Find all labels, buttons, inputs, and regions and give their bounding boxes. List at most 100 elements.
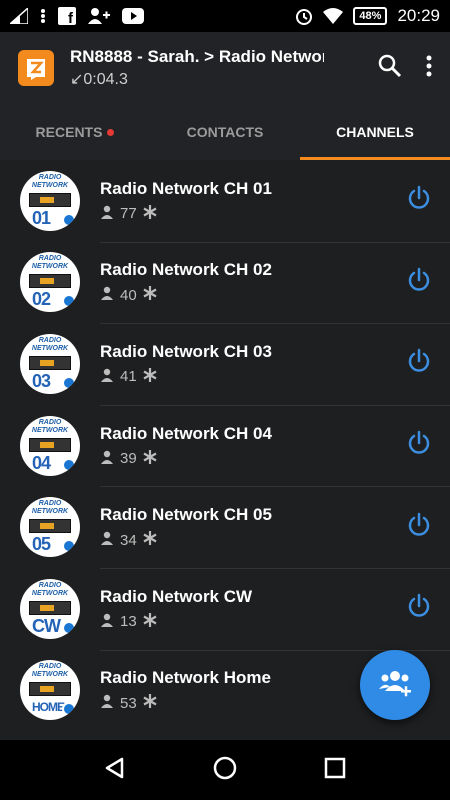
title-area[interactable]: RN8888 - Sarah. > Radio Network ↙0:04.3	[70, 47, 324, 89]
radio-badge-icon	[62, 702, 76, 717]
avatar-label: 01	[32, 207, 51, 228]
user-count: 34	[120, 531, 137, 549]
channel-name: Radio Network CW	[100, 586, 253, 606]
search-icon[interactable]	[378, 54, 402, 83]
channel-name: Radio Network CH 01	[100, 178, 272, 198]
person-icon	[100, 694, 114, 712]
radio-badge-icon	[62, 457, 76, 472]
user-count: 53	[120, 694, 137, 712]
asterisk-icon	[143, 204, 157, 223]
radio-icon	[29, 682, 71, 697]
page-title: RN8888 - Sarah. > Radio Network	[70, 47, 324, 66]
person-icon	[100, 613, 114, 631]
channel-row[interactable]: RADIO NETWORK 02 Radio Network CH 02 40	[0, 241, 450, 324]
tab-recents[interactable]: RECENTS	[0, 104, 150, 160]
radio-icon	[29, 600, 71, 615]
signal-icon	[10, 8, 28, 24]
person-icon	[100, 205, 114, 223]
asterisk-icon	[143, 612, 157, 631]
avatar-label: 03	[32, 370, 51, 391]
person-icon	[100, 286, 114, 304]
person-icon	[100, 450, 114, 468]
avatar-logo-text: RADIO NETWORK	[31, 173, 69, 189]
more-vert-icon	[40, 8, 46, 24]
add-group-button[interactable]	[360, 650, 430, 720]
asterisk-icon	[143, 694, 157, 712]
channel-row[interactable]: RADIO NETWORK 03 Radio Network CH 03 41	[0, 323, 450, 405]
radio-icon	[29, 519, 71, 534]
recents-icon[interactable]	[324, 757, 346, 784]
avatar-logo-text: RADIO NETWORK	[31, 500, 69, 516]
status-bar: f 48% 20:29	[0, 0, 450, 32]
user-count: 40	[120, 286, 137, 304]
power-icon[interactable]	[406, 430, 432, 461]
avatar-logo-text: RADIO NETWORK	[31, 255, 69, 271]
avatar-label: 04	[32, 452, 51, 473]
radio-badge-icon	[62, 294, 76, 309]
channel-avatar: RADIO NETWORK 03	[20, 333, 80, 394]
channel-name: Radio Network CH 04	[100, 423, 272, 443]
power-icon[interactable]	[406, 512, 432, 543]
avatar-label: HOME	[32, 700, 65, 715]
clock: 20:29	[397, 6, 440, 25]
user-count: 13	[120, 613, 137, 631]
add-group-icon	[379, 669, 411, 702]
tab-label: RECENTS	[35, 124, 103, 140]
radio-icon	[29, 274, 71, 289]
channel-name: Radio Network CH 02	[100, 260, 272, 280]
battery-indicator: 48%	[353, 7, 388, 25]
channel-avatar: RADIO NETWORK 01	[20, 170, 80, 231]
avatar-logo-text: RADIO NETWORK	[31, 581, 69, 597]
avatar-label: CW	[32, 615, 61, 636]
channel-row[interactable]: RADIO NETWORK 05 Radio Network CH 05 34	[0, 486, 450, 568]
asterisk-icon	[143, 531, 157, 549]
tab-contacts[interactable]: CONTACTS	[150, 104, 300, 160]
tab-label: CHANNELS	[336, 124, 414, 140]
user-count: 41	[120, 368, 137, 386]
channel-row[interactable]: RADIO NETWORK 01 Radio Network CH 01 77	[0, 160, 450, 242]
channel-avatar: RADIO NETWORK 05	[20, 497, 80, 558]
asterisk-icon	[143, 367, 157, 386]
radio-badge-icon	[62, 375, 76, 390]
call-timer: ↙0:04.3	[70, 71, 128, 88]
user-count: 39	[120, 450, 137, 468]
overflow-menu-icon[interactable]	[426, 55, 432, 82]
avatar-label: 05	[32, 534, 51, 555]
back-icon[interactable]	[104, 757, 126, 784]
channel-row[interactable]: RADIO NETWORK 04 Radio Network CH 04 39	[0, 404, 450, 487]
channel-row[interactable]: RADIO NETWORK CW Radio Network CW 13	[0, 567, 450, 650]
radio-badge-icon	[62, 212, 76, 227]
tab-label: CONTACTS	[186, 124, 264, 140]
app-bar: RN8888 - Sarah. > Radio Network ↙0:04.3	[0, 32, 450, 104]
avatar-logo-text: RADIO NETWORK	[31, 336, 69, 352]
channel-avatar: RADIO NETWORK CW	[20, 578, 80, 639]
radio-icon	[29, 192, 71, 207]
avatar-logo-text: RADIO NETWORK	[31, 418, 69, 434]
wifi-icon	[323, 8, 344, 24]
radio-badge-icon	[62, 620, 76, 635]
radio-icon	[29, 355, 71, 370]
youtube-icon	[122, 8, 144, 24]
avatar-label: 02	[32, 289, 51, 310]
power-icon[interactable]	[406, 348, 432, 379]
power-icon[interactable]	[406, 185, 432, 216]
user-count: 77	[120, 205, 137, 223]
home-icon[interactable]	[213, 756, 237, 785]
add-user-icon	[88, 7, 110, 25]
channel-avatar: RADIO NETWORK 02	[20, 252, 80, 313]
power-icon[interactable]	[406, 267, 432, 298]
channel-avatar: RADIO NETWORK HOME	[20, 660, 80, 721]
channel-avatar: RADIO NETWORK 04	[20, 415, 80, 476]
asterisk-icon	[143, 286, 157, 304]
tab-bar: RECENTS CONTACTS CHANNELS	[0, 104, 450, 160]
alarm-icon	[295, 7, 313, 25]
channel-name: Radio Network CH 03	[100, 341, 272, 361]
navigation-bar	[0, 740, 450, 800]
app-logo	[18, 50, 54, 86]
asterisk-icon	[143, 449, 157, 468]
facebook-icon: f	[58, 7, 76, 25]
tab-channels[interactable]: CHANNELS	[300, 104, 450, 160]
power-icon[interactable]	[406, 593, 432, 624]
channel-name: Radio Network CH 05	[100, 505, 272, 525]
person-icon	[100, 368, 114, 386]
